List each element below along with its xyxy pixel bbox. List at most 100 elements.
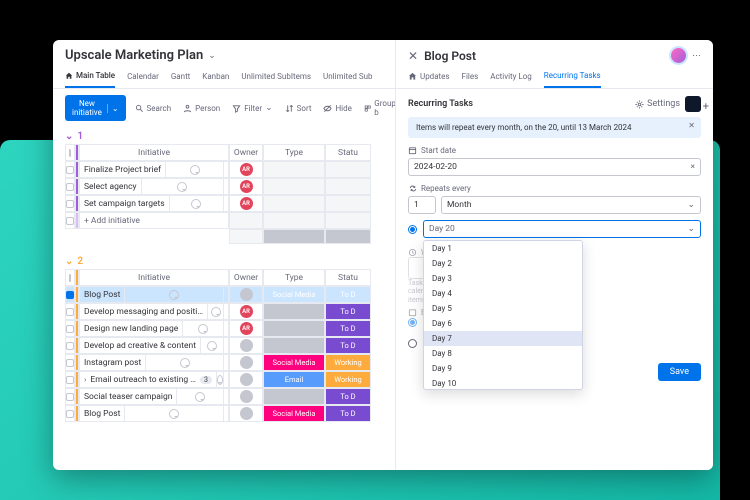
conversation-icon[interactable] bbox=[182, 320, 224, 337]
conversation-icon[interactable] bbox=[169, 195, 224, 212]
avatar[interactable] bbox=[240, 339, 253, 352]
dropdown-option[interactable]: Day 3 bbox=[424, 271, 582, 286]
avatar[interactable]: AR bbox=[240, 180, 253, 193]
avatar[interactable]: AR bbox=[240, 305, 253, 318]
person-tool[interactable]: Person bbox=[180, 102, 223, 115]
repeat-count-input[interactable]: 1 bbox=[408, 196, 436, 214]
type-cell[interactable] bbox=[263, 195, 325, 212]
dropdown-option[interactable]: Day 4 bbox=[424, 286, 582, 301]
checkbox[interactable] bbox=[66, 342, 74, 350]
conversation-icon[interactable] bbox=[124, 286, 224, 303]
avatar[interactable]: AR bbox=[240, 197, 253, 210]
type-cell[interactable] bbox=[263, 303, 325, 320]
day-select[interactable]: Day 20 ⌄ bbox=[423, 220, 701, 238]
status-cell[interactable] bbox=[325, 195, 371, 212]
checkbox[interactable] bbox=[66, 325, 74, 333]
tab-activity-log[interactable]: Activity Log bbox=[490, 67, 532, 88]
avatar[interactable] bbox=[240, 288, 253, 301]
type-cell[interactable]: Social Media bbox=[263, 354, 325, 371]
sort-tool[interactable]: Sort bbox=[282, 102, 315, 115]
type-cell[interactable] bbox=[263, 320, 325, 337]
status-cell[interactable]: To D bbox=[325, 303, 371, 320]
type-cell[interactable] bbox=[263, 178, 325, 195]
tab-gantt[interactable]: Gantt bbox=[171, 67, 190, 88]
status-cell[interactable]: Working bbox=[325, 371, 371, 388]
checkbox[interactable] bbox=[66, 183, 74, 191]
checkbox[interactable] bbox=[69, 274, 71, 282]
chevron-down-icon[interactable]: ⌄ bbox=[107, 104, 119, 113]
dropdown-option[interactable]: Day 9 bbox=[424, 361, 582, 376]
dropdown-option[interactable]: Day 5 bbox=[424, 301, 582, 316]
checkbox[interactable] bbox=[69, 149, 71, 157]
status-cell[interactable] bbox=[325, 178, 371, 195]
checkbox[interactable] bbox=[66, 166, 74, 174]
new-initiative-button[interactable]: New initiative ⌄ bbox=[65, 95, 126, 121]
filter-tool[interactable]: Filter⌄ bbox=[229, 101, 275, 115]
search-tool[interactable]: Search bbox=[132, 102, 175, 115]
dropdown-option[interactable]: Day 10 bbox=[424, 376, 582, 390]
conversation-icon[interactable] bbox=[216, 371, 224, 388]
chevron-down-icon[interactable]: ⌄ bbox=[208, 51, 216, 61]
type-cell[interactable]: Social Media bbox=[263, 286, 325, 303]
more-icon[interactable]: ⋯ bbox=[692, 51, 701, 61]
tab-kanban[interactable]: Kanban bbox=[202, 67, 229, 88]
conversation-icon[interactable] bbox=[176, 388, 224, 405]
conversation-icon[interactable] bbox=[141, 178, 224, 195]
tab-files[interactable]: Files bbox=[462, 67, 479, 88]
radio-after[interactable] bbox=[408, 339, 417, 348]
tab-unlimited-subitems[interactable]: Unlimited SubItems bbox=[241, 67, 311, 88]
app-badge-icon[interactable] bbox=[685, 96, 701, 112]
avatar[interactable] bbox=[240, 356, 253, 369]
radio-day-of-month[interactable] bbox=[408, 225, 417, 234]
dropdown-option[interactable]: Day 2 bbox=[424, 256, 582, 271]
avatar[interactable]: AR bbox=[240, 163, 253, 176]
expand-icon[interactable]: › bbox=[84, 375, 86, 384]
add-tab-icon[interactable]: + bbox=[703, 100, 709, 113]
checkbox[interactable] bbox=[66, 376, 74, 384]
close-icon[interactable]: ✕ bbox=[688, 121, 695, 130]
repeat-unit-select[interactable]: Month⌄ bbox=[441, 196, 701, 214]
checkbox[interactable] bbox=[66, 291, 74, 299]
conversation-icon[interactable] bbox=[200, 337, 224, 354]
type-cell[interactable]: Social Media bbox=[263, 405, 325, 422]
tab-unlimited-sub-2[interactable]: Unlimited Sub bbox=[323, 67, 372, 88]
tab-calendar[interactable]: Calendar bbox=[127, 67, 159, 88]
group-header[interactable]: ⌄2 bbox=[65, 254, 395, 269]
group-header[interactable]: ⌄1 bbox=[65, 129, 395, 144]
status-cell[interactable]: Working bbox=[325, 354, 371, 371]
conversation-icon[interactable] bbox=[165, 161, 224, 178]
dropdown-option[interactable]: Day 8 bbox=[424, 346, 582, 361]
tab-updates[interactable]: Updates bbox=[408, 67, 450, 88]
clear-icon[interactable]: × bbox=[690, 162, 695, 172]
radio-on-date[interactable] bbox=[408, 318, 417, 327]
type-cell[interactable] bbox=[263, 337, 325, 354]
tab-recurring-tasks[interactable]: Recurring Tasks bbox=[544, 67, 601, 88]
conversation-icon[interactable] bbox=[124, 405, 224, 422]
conversation-icon[interactable] bbox=[207, 303, 224, 320]
avatar[interactable] bbox=[671, 48, 686, 63]
type-cell[interactable]: Email bbox=[263, 371, 325, 388]
checkbox[interactable] bbox=[66, 359, 74, 367]
checkbox[interactable] bbox=[66, 200, 74, 208]
avatar[interactable]: AR bbox=[240, 322, 253, 335]
save-button[interactable]: Save bbox=[658, 363, 701, 381]
status-cell[interactable]: To D bbox=[325, 320, 371, 337]
dropdown-option[interactable]: Day 6 bbox=[424, 316, 582, 331]
status-cell[interactable]: To D bbox=[325, 405, 371, 422]
type-cell[interactable] bbox=[263, 388, 325, 405]
status-cell[interactable]: To D bbox=[325, 337, 371, 354]
type-cell[interactable] bbox=[263, 161, 325, 178]
tab-main-table[interactable]: Main Table bbox=[65, 67, 115, 88]
status-cell[interactable]: To D bbox=[325, 388, 371, 405]
avatar[interactable] bbox=[240, 390, 253, 403]
avatar[interactable] bbox=[240, 407, 253, 420]
status-cell[interactable]: To D bbox=[325, 286, 371, 303]
avatar[interactable] bbox=[240, 373, 253, 386]
conversation-icon[interactable] bbox=[145, 354, 224, 371]
status-cell[interactable] bbox=[325, 161, 371, 178]
checkbox[interactable] bbox=[66, 410, 74, 418]
start-date-input[interactable]: 2024-02-20 × bbox=[408, 158, 701, 176]
board-title[interactable]: Upscale Marketing Plan bbox=[65, 48, 203, 63]
checkbox[interactable] bbox=[66, 308, 74, 316]
checkbox[interactable] bbox=[66, 393, 74, 401]
